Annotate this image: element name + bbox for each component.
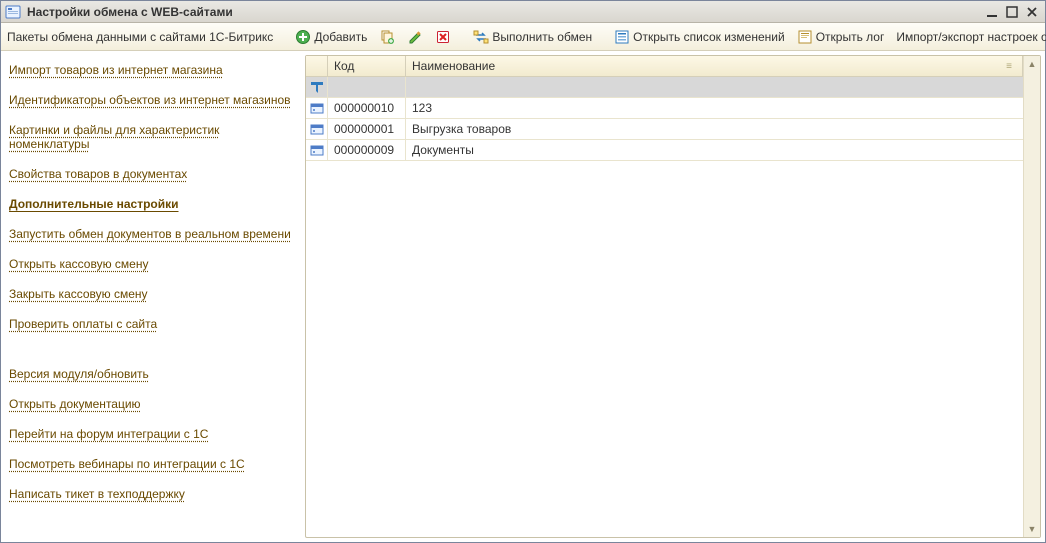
sidebar-item-webinars[interactable]: Посмотреть вебинары по интеграции с 1С (9, 457, 297, 471)
sidebar-item-forum[interactable]: Перейти на форум интеграции с 1С (9, 427, 297, 441)
sidebar-item-additional-settings[interactable]: Дополнительные настройки (9, 197, 297, 211)
open-log-button[interactable]: Открыть лог (793, 27, 889, 47)
sidebar-item-start-realtime[interactable]: Запустить обмен документов в реальном вр… (9, 227, 297, 241)
scroll-down-icon[interactable]: ▼ (1024, 521, 1040, 537)
pencil-icon (407, 29, 423, 45)
row-icon-cell (306, 98, 328, 118)
row-name: Документы (406, 140, 1023, 160)
filter-row[interactable] (306, 77, 1023, 98)
row-icon-cell (306, 140, 328, 160)
edit-button[interactable] (403, 27, 427, 47)
add-label: Добавить (314, 30, 367, 44)
minimize-button[interactable] (983, 4, 1001, 20)
scroll-up-icon[interactable]: ▲ (1024, 56, 1040, 72)
sidebar-item-open-docs[interactable]: Открыть документацию (9, 397, 297, 411)
row-code: 000000001 (328, 119, 406, 139)
row-name: Выгрузка товаров (406, 119, 1023, 139)
column-header-code[interactable]: Код (328, 56, 406, 76)
vertical-scrollbar[interactable]: ▲ ▼ (1023, 56, 1040, 537)
filter-row-icon (306, 77, 328, 97)
copy-button[interactable] (375, 27, 399, 47)
exchange-icon (473, 29, 489, 45)
maximize-button[interactable] (1003, 4, 1021, 20)
table-row[interactable]: 000000009 Документы (306, 140, 1023, 161)
run-exchange-button[interactable]: Выполнить обмен (469, 27, 596, 47)
packages-label: Пакеты обмена данными с сайтами 1С-Битри… (7, 30, 273, 44)
plus-icon (295, 29, 311, 45)
app-window: Настройки обмена с WEB-сайтами Пакеты об… (0, 0, 1046, 543)
table-row[interactable]: 000000010 123 (306, 98, 1023, 119)
app-icon (5, 4, 21, 20)
sidebar-item-support-ticket[interactable]: Написать тикет в техподдержку (9, 487, 297, 501)
row-code: 000000010 (328, 98, 406, 118)
filter-icon (309, 79, 325, 95)
column-header-icon[interactable] (306, 56, 328, 76)
sidebar-gap (9, 347, 297, 367)
open-log-label: Открыть лог (816, 30, 885, 44)
row-code: 000000009 (328, 140, 406, 160)
body: Импорт товаров из интернет магазина Иден… (1, 51, 1045, 542)
titlebar: Настройки обмена с WEB-сайтами (1, 1, 1045, 23)
package-icon (309, 142, 325, 158)
grid-rows: 000000010 123 000000001 Выгрузка товаров (306, 77, 1023, 537)
grid-header: Код Наименование ≡ (306, 56, 1023, 77)
add-button[interactable]: Добавить (291, 27, 371, 47)
column-header-name[interactable]: Наименование ≡ (406, 56, 1023, 76)
sidebar-item-close-shift[interactable]: Закрыть кассовую смену (9, 287, 297, 301)
row-icon-cell (306, 119, 328, 139)
open-changes-label: Открыть список изменений (633, 30, 785, 44)
window-title: Настройки обмена с WEB-сайтами (27, 5, 981, 19)
table-row[interactable]: 000000001 Выгрузка товаров (306, 119, 1023, 140)
grid-main: Код Наименование ≡ (306, 56, 1023, 537)
sidebar-item-open-shift[interactable]: Открыть кассовую смену (9, 257, 297, 271)
import-export-label: Импорт/экспорт настроек обмена (896, 30, 1046, 44)
copy-icon (379, 29, 395, 45)
close-button[interactable] (1023, 4, 1041, 20)
toolbar: Пакеты обмена данными с сайтами 1С-Битри… (1, 23, 1045, 51)
row-name: 123 (406, 98, 1023, 118)
log-icon (797, 29, 813, 45)
open-changes-button[interactable]: Открыть список изменений (610, 27, 789, 47)
run-exchange-label: Выполнить обмен (492, 30, 592, 44)
column-header-name-text: Наименование (412, 59, 495, 73)
filter-code[interactable] (328, 77, 406, 97)
sidebar: Импорт товаров из интернет магазина Иден… (1, 51, 305, 542)
sidebar-item-object-ids[interactable]: Идентификаторы объектов из интернет мага… (9, 93, 297, 107)
delete-icon (435, 29, 451, 45)
list-icon (614, 29, 630, 45)
sidebar-item-import-products[interactable]: Импорт товаров из интернет магазина (9, 63, 297, 77)
main: Код Наименование ≡ (305, 51, 1045, 542)
package-icon (309, 121, 325, 137)
package-icon (309, 100, 325, 116)
sidebar-item-check-payments[interactable]: Проверить оплаты с сайта (9, 317, 297, 331)
grid: Код Наименование ≡ (305, 55, 1041, 538)
sidebar-item-version-update[interactable]: Версия модуля/обновить (9, 367, 297, 381)
delete-button[interactable] (431, 27, 455, 47)
sort-icon: ≡ (1006, 61, 1012, 72)
sidebar-item-images-files[interactable]: Картинки и файлы для характеристик номен… (9, 123, 297, 151)
filter-name[interactable] (406, 77, 1023, 97)
sidebar-item-product-properties[interactable]: Свойства товаров в документах (9, 167, 297, 181)
import-export-button[interactable]: Импорт/экспорт настроек обмена (892, 28, 1046, 46)
